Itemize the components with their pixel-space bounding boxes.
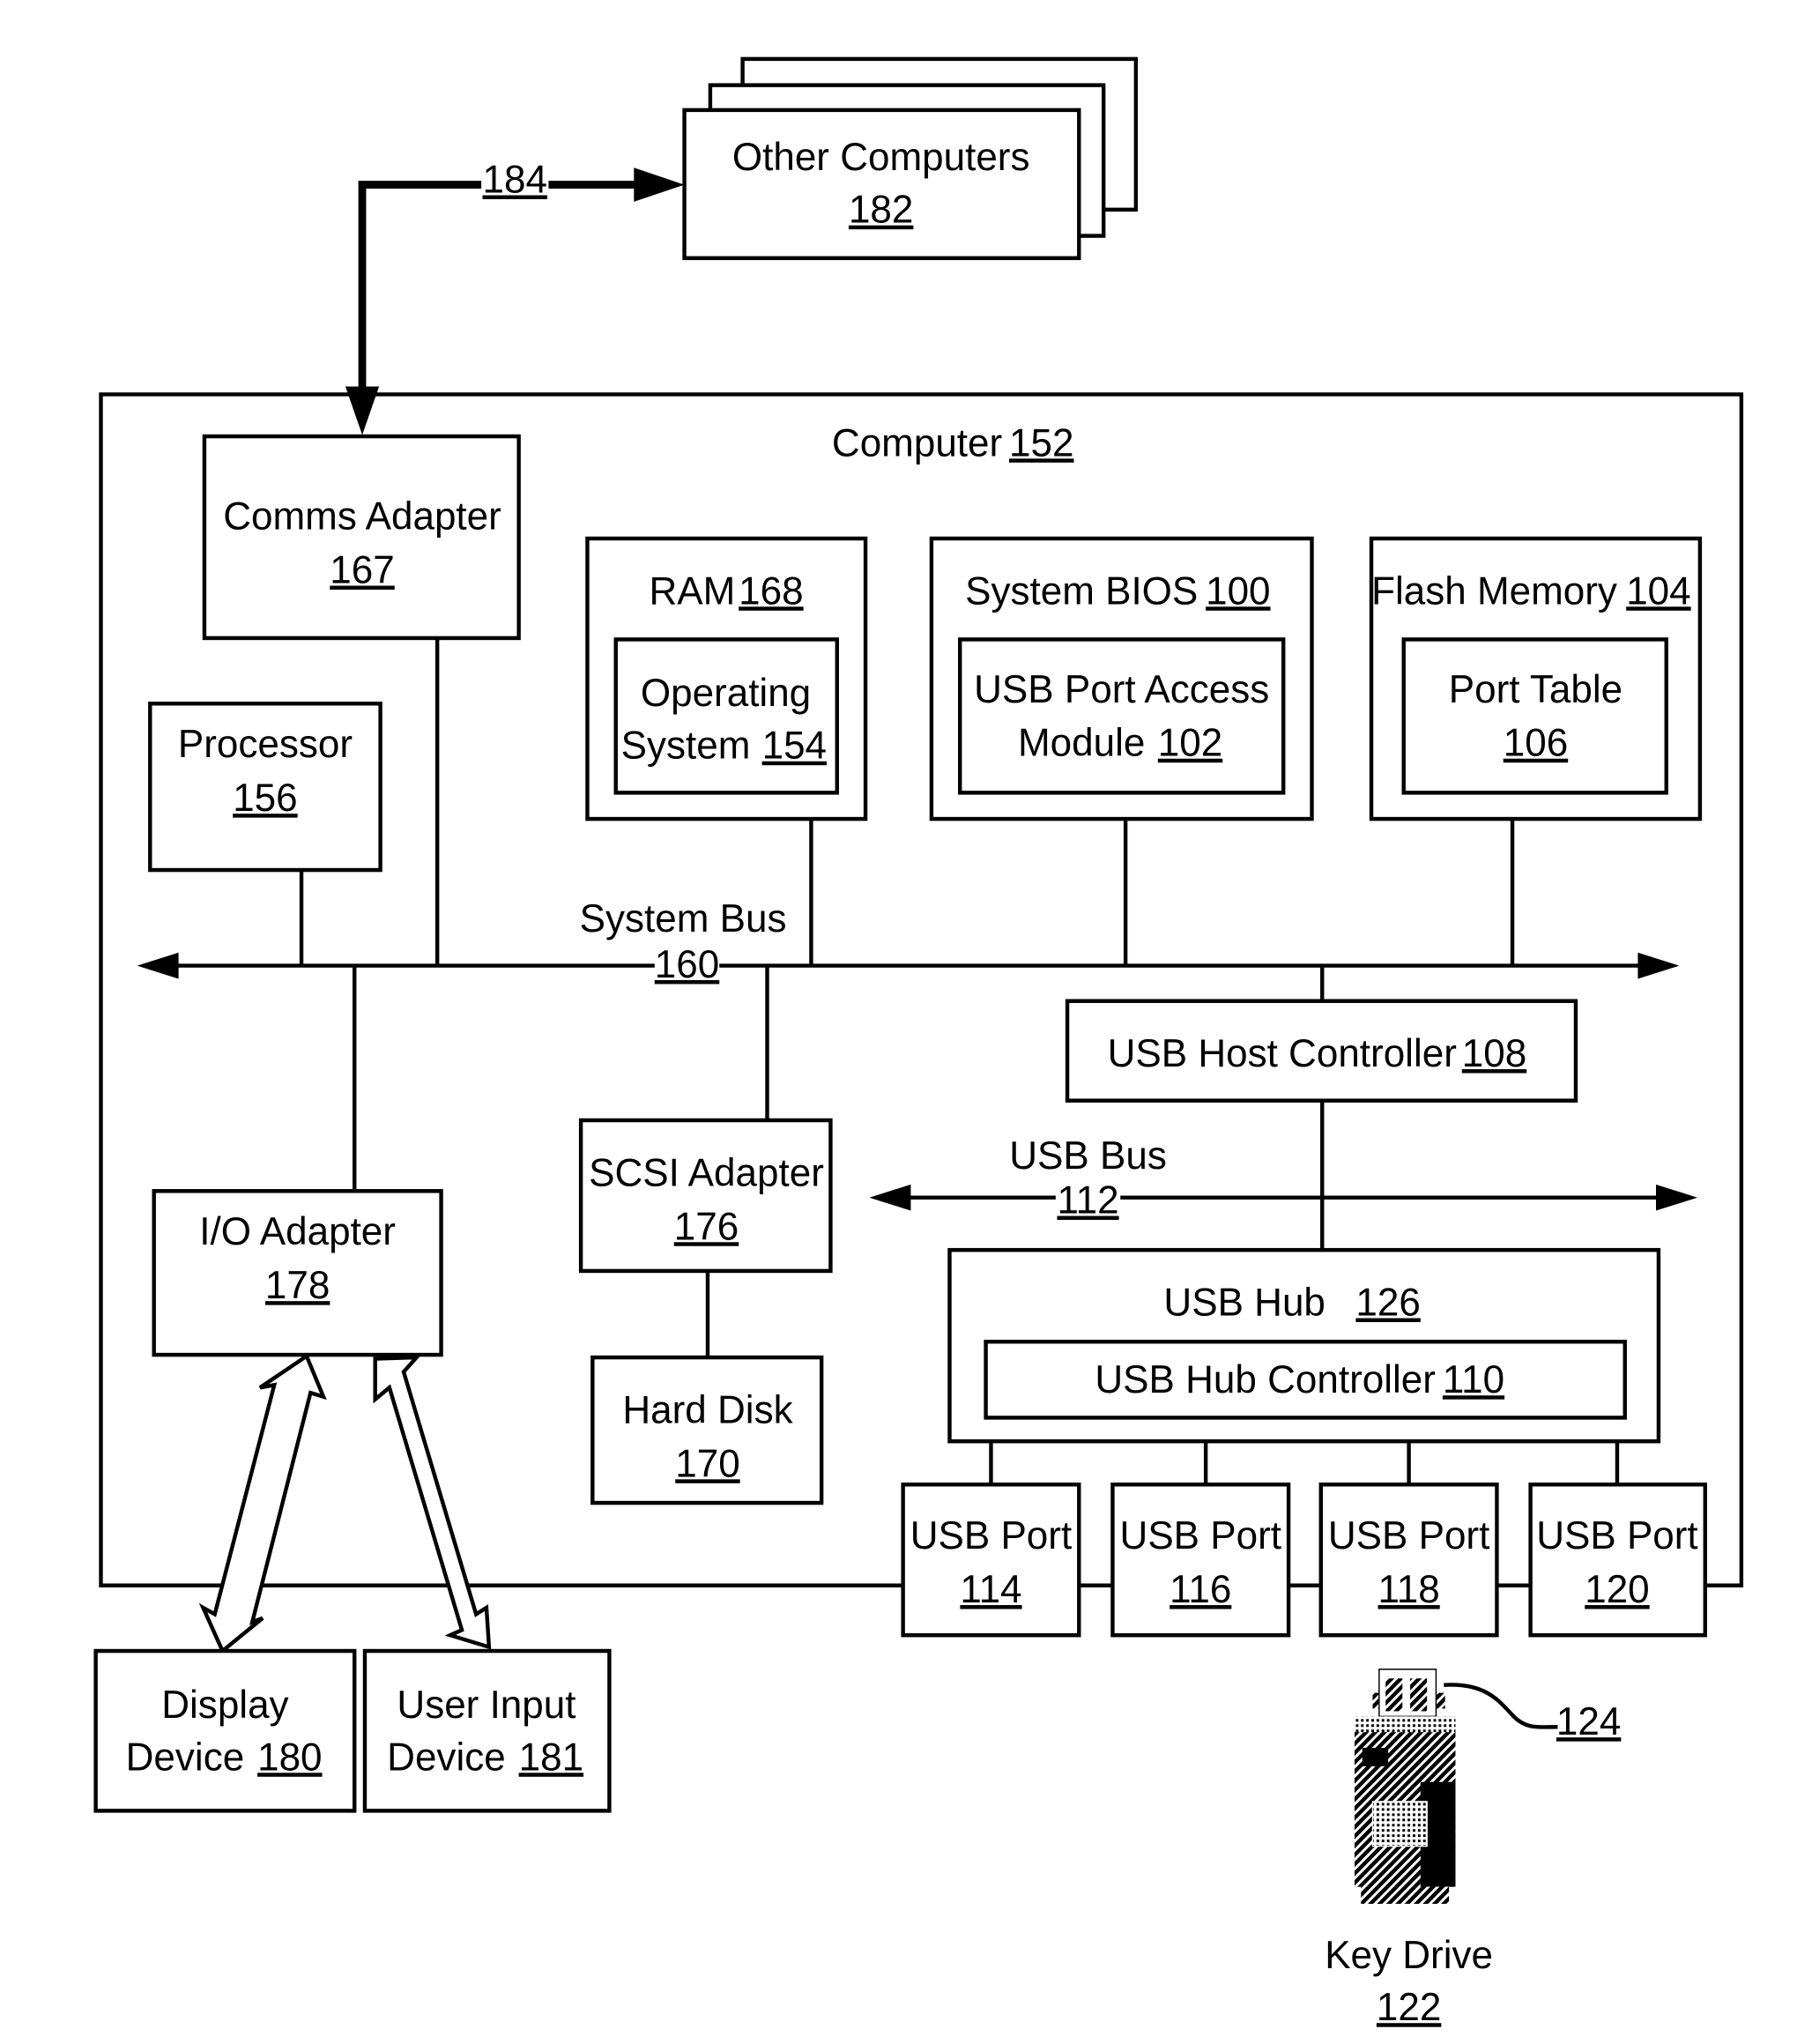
usb-hub-controller-ref: 110 [1443, 1358, 1504, 1401]
other-computers-ref: 182 [849, 188, 913, 231]
usb-port-ref: 120 [1585, 1568, 1649, 1611]
comms-adapter-ref: 167 [330, 548, 394, 591]
display-device-ref: 180 [257, 1736, 322, 1779]
port-table-ref: 106 [1504, 721, 1568, 764]
input-double-arrow-icon [373, 1355, 492, 1650]
processor-label: Processor [178, 723, 353, 766]
key-drive-label: Key Drive [1325, 1934, 1493, 1977]
usb-port-access-module-line1: USB Port Access [974, 668, 1269, 711]
other-computers-box [682, 108, 1081, 261]
operating-system-line1: Operating [641, 672, 811, 715]
usb-port-access-module-ref: 102 [1158, 721, 1222, 764]
usb-port-access-module-line2: Module [1018, 721, 1145, 764]
key-drive-ref: 122 [1377, 1986, 1441, 2029]
operating-system-box [613, 637, 839, 795]
usb-port-label: USB Port [1328, 1514, 1489, 1557]
usb-hub-ref: 126 [1355, 1281, 1420, 1324]
arrow-right-icon [634, 167, 685, 202]
usb-port-116-box [1110, 1483, 1291, 1638]
arrow-left-icon [137, 952, 179, 979]
io-adapter-ref: 178 [265, 1264, 330, 1307]
diagram-canvas: Other Computers 182 184 Computer 152 Com… [0, 0, 1797, 2044]
computer-ref: 152 [1009, 421, 1073, 465]
network-line-vertical [358, 181, 482, 393]
usb-hub-label: USB Hub [1163, 1281, 1325, 1324]
port-table-box [1401, 637, 1668, 795]
flash-memory-label: Flash Memory [1371, 569, 1618, 613]
system-bus-ref: 160 [655, 943, 719, 986]
system-bus-label: System Bus [580, 897, 787, 940]
usb-port-label: USB Port [1536, 1514, 1697, 1557]
display-device-line1: Display [161, 1684, 289, 1727]
other-computers-label: Other Computers [732, 136, 1030, 179]
display-device-box [93, 1648, 357, 1813]
key-drive-led [1362, 1748, 1389, 1766]
key-drive-label-area [1371, 1801, 1428, 1847]
port-table-label: Port Table [1449, 668, 1622, 711]
scsi-adapter-ref: 176 [674, 1205, 739, 1248]
usb-port-114-box [901, 1483, 1081, 1638]
scsi-adapter-label: SCSI Adapter [589, 1151, 824, 1194]
ram-label: RAM [649, 569, 735, 613]
other-computers-stack: Other Computers 182 [682, 56, 1139, 261]
usb-bus-label: USB Bus [1009, 1134, 1167, 1178]
usb-host-controller-label: USB Host Controller [1108, 1032, 1458, 1075]
connector-ref: 124 [1556, 1700, 1621, 1743]
network-link-ref: 184 [483, 158, 547, 201]
usb-port-ref: 118 [1378, 1568, 1440, 1611]
operating-system-line2: System [621, 724, 751, 767]
operating-system-ref: 154 [762, 724, 827, 767]
hard-disk-ref: 170 [675, 1442, 739, 1485]
io-adapter-label: I/O Adapter [199, 1210, 396, 1253]
usb-port-120-box [1528, 1483, 1707, 1638]
comms-adapter-label: Comms Adapter [223, 494, 501, 538]
connector-leader-line [1444, 1683, 1558, 1729]
connector-contact [1410, 1678, 1428, 1712]
arrow-right-icon [1655, 1184, 1697, 1211]
connector-contact [1385, 1678, 1403, 1712]
ram-ref: 168 [739, 569, 803, 613]
processor-ref: 156 [233, 777, 297, 820]
usb-port-118-box [1318, 1483, 1499, 1638]
user-input-device-box [362, 1648, 612, 1813]
usb-host-controller-ref: 108 [1462, 1032, 1526, 1075]
key-drive-bottom [1361, 1886, 1450, 1904]
usb-bus-ref: 112 [1057, 1178, 1118, 1222]
usb-port-ref: 114 [960, 1568, 1021, 1611]
usb-hub-controller-label: USB Hub Controller [1095, 1358, 1436, 1401]
block-diagram: Other Computers 182 184 Computer 152 Com… [93, 56, 1744, 2029]
display-device-line2: Device [126, 1736, 245, 1779]
user-input-device-line1: User Input [397, 1684, 575, 1727]
key-drive-icon [1354, 1669, 1558, 1904]
system-bios-label: System BIOS [965, 569, 1198, 613]
hard-disk-label: Hard Disk [622, 1388, 793, 1431]
computer-label: Computer [832, 421, 1003, 465]
usb-port-ref: 116 [1170, 1568, 1231, 1611]
system-bus: System Bus 160 [137, 897, 1680, 986]
usb-port-label: USB Port [1120, 1514, 1281, 1557]
arrow-right-icon [1637, 952, 1680, 979]
user-input-device-line2: Device [387, 1736, 506, 1779]
system-bios-ref: 100 [1206, 569, 1270, 613]
user-input-device-ref: 181 [519, 1736, 583, 1779]
display-double-arrow-icon [198, 1353, 327, 1654]
key-drive-top-band [1354, 1716, 1456, 1733]
usb-bus: USB Bus 112 [869, 1134, 1697, 1223]
flash-memory-ref: 104 [1626, 569, 1690, 613]
usb-port-access-module-box [958, 637, 1286, 795]
arrow-left-icon [869, 1184, 911, 1211]
usb-port-label: USB Port [910, 1514, 1072, 1557]
